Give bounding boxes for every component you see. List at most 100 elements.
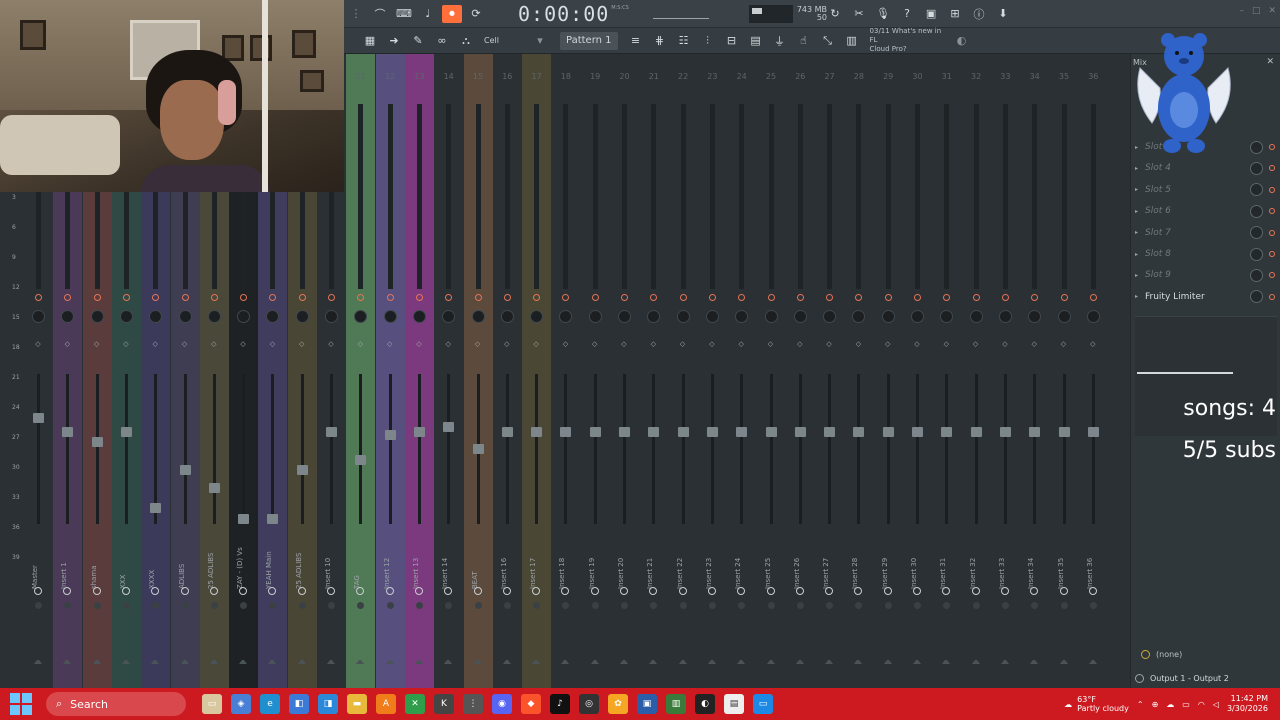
stereo-separation-icon[interactable]: ◇ [32,340,44,350]
mixer-track[interactable]: 22 ◇ Insert 22 [668,54,698,688]
maximize-icon[interactable]: □ [1252,6,1261,16]
send-switch[interactable] [122,294,130,301]
volume-fader[interactable] [824,427,836,438]
volume-fader[interactable] [384,430,396,440]
notes-icon[interactable]: ▥ [842,32,862,50]
mute-switch[interactable] [942,587,951,595]
clipboard-icon[interactable]: ▤ [746,32,766,50]
route-arrow-icon[interactable] [502,659,511,664]
cut-icon[interactable]: ✂ [849,5,869,23]
route-arrow-icon[interactable] [34,659,42,664]
route-arrow-icon[interactable] [678,659,687,664]
effect-slot[interactable]: ▸ Slot 6 [1135,202,1277,220]
stereo-separation-icon[interactable]: ◇ [354,340,366,350]
send-switch[interactable] [591,294,599,301]
record-arm[interactable] [122,602,130,609]
pan-knob[interactable] [618,310,631,323]
stereo-separation-icon[interactable]: ◇ [149,340,161,350]
effect-slot[interactable]: ▸ Slot 9 [1135,266,1277,284]
stereo-separation-icon[interactable]: ◇ [970,340,982,350]
mute-switch[interactable] [34,587,42,595]
record-arm[interactable] [562,602,570,609]
mixer-track[interactable]: 36 ◇ Insert 36 [1078,54,1108,688]
volume-fader[interactable] [472,444,484,454]
app-green-icon[interactable]: ▥ [666,694,686,714]
mute-switch[interactable] [239,587,248,595]
slot-mix-knob[interactable] [1250,161,1263,175]
volume-fader[interactable] [560,427,572,438]
mute-switch[interactable] [297,587,306,595]
mute-switch[interactable] [561,587,570,595]
slot-enable-switch[interactable] [1269,272,1275,279]
mute-switch[interactable] [795,587,804,595]
record-arm[interactable] [855,602,863,609]
route-arrow-icon[interactable] [1088,659,1097,664]
stereo-separation-icon[interactable]: ◇ [647,340,659,350]
track-label[interactable]: Insert 31 [939,529,953,589]
taskbar-search[interactable]: ⌕ Search [46,692,186,716]
effect-slot[interactable]: ▸ Slot 8 [1135,245,1277,263]
mute-switch[interactable] [737,587,746,595]
pan-knob[interactable] [266,310,280,323]
mute-switch[interactable] [209,587,218,595]
slot-mix-knob[interactable] [1250,247,1263,261]
record-arm[interactable] [884,602,892,609]
app-a-icon[interactable]: A [376,694,396,714]
mute-switch[interactable] [414,587,423,595]
volume-fader[interactable] [355,455,367,466]
taskview-icon[interactable]: ▭ [202,694,222,714]
record-arm[interactable] [1001,602,1009,609]
pan-knob[interactable] [383,310,397,323]
panel-close-icon[interactable]: ✕ [1266,57,1274,67]
stereo-separation-icon[interactable]: ◇ [442,340,454,350]
volume-fader[interactable] [765,427,777,438]
microphone-icon[interactable]: 🎙 [873,5,893,23]
stereo-separation-icon[interactable]: ◇ [208,340,220,350]
send-switch[interactable] [357,294,365,301]
pan-knob[interactable] [354,310,368,323]
track-label[interactable]: XXXX [148,529,162,589]
volume-fader[interactable] [589,427,601,438]
record-arm[interactable] [240,602,248,609]
track-label[interactable]: Insert 12 [383,529,397,589]
send-switch[interactable] [562,294,570,301]
track-label[interactable]: Insert 25 [764,529,778,589]
route-arrow-icon[interactable] [209,659,218,664]
send-switch[interactable] [240,294,248,301]
wifi-icon[interactable]: ◠ [1198,700,1205,709]
mixer-track[interactable]: 19 ◇ Insert 19 [580,54,610,688]
stereo-separation-icon[interactable]: ◇ [237,340,249,350]
route-arrow-icon[interactable] [444,659,453,664]
pan-knob[interactable] [1086,310,1100,323]
store-icon[interactable]: ◧ [289,694,309,714]
save-icon[interactable]: ▣ [921,5,941,23]
send-switch[interactable] [269,294,277,301]
send-switch[interactable] [855,294,863,301]
track-label[interactable]: YEAH Main [265,529,279,589]
mixer-track[interactable]: 35 ◇ Insert 35 [1049,54,1079,688]
volume-fader[interactable] [912,427,923,438]
mute-switch[interactable] [180,587,189,595]
volume-fader[interactable] [62,427,74,438]
stereo-separation-icon[interactable]: ◇ [61,340,73,350]
effect-slot-active[interactable]: ▸ Fruity Limiter [1135,288,1277,306]
stereo-separation-icon[interactable]: ◇ [91,340,103,350]
track-label[interactable]: 25 ADLIBS [207,529,221,589]
pan-knob[interactable] [500,310,514,323]
send-switch[interactable] [298,294,306,301]
pan-knob[interactable] [969,310,983,323]
send-switch[interactable] [738,294,746,301]
volume-fader[interactable] [296,465,308,475]
metronome-icon[interactable]: ♩ [418,5,438,23]
volume-fader[interactable] [706,427,718,438]
mixer-track[interactable]: 28 ◇ Insert 28 [844,54,874,688]
record-arm[interactable] [796,602,804,609]
route-arrow-icon[interactable] [913,659,921,664]
track-label[interactable]: Insert 10 [324,529,338,589]
stereo-separation-icon[interactable]: ◇ [882,340,894,350]
output-selector[interactable]: Output 1 - Output 2 [1135,670,1277,686]
pan-knob[interactable] [90,310,104,323]
volume-fader[interactable] [120,427,132,438]
help-icon[interactable]: ? [897,5,917,23]
weather-widget[interactable]: ☁ 63°F Partly cloudy [1064,695,1129,713]
